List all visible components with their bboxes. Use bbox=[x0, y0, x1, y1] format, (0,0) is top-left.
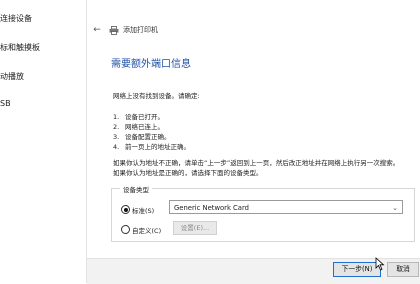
standard-radio-label[interactable]: 标准(S) bbox=[132, 205, 154, 215]
settings-sidebar: 连接设备 标和触摸板 动播放 SB bbox=[0, 0, 86, 283]
printer-icon bbox=[109, 26, 119, 35]
back-arrow-icon[interactable]: ← bbox=[91, 25, 103, 35]
instruction-paragraph: 如果你认为地址是正确的，请选择下面的设备类型。 bbox=[113, 169, 263, 177]
custom-radio[interactable] bbox=[121, 225, 130, 234]
checklist-item: 1. 设备已打开。 bbox=[113, 113, 164, 121]
checklist-item: 3. 设备配置正确。 bbox=[113, 133, 171, 141]
next-button[interactable]: 下一步(N) bbox=[333, 262, 381, 277]
sidebar-item-mouse-touchpad[interactable]: 标和触摸板 bbox=[0, 42, 40, 53]
mouse-cursor-icon bbox=[375, 257, 385, 271]
custom-radio-label[interactable]: 自定义(C) bbox=[132, 225, 161, 235]
dialog-title: 添加打印机 bbox=[123, 26, 158, 34]
standard-device-value: Generic Network Card bbox=[174, 204, 249, 212]
sidebar-item-autoplay[interactable]: 动播放 bbox=[0, 71, 24, 82]
sidebar-item-usb[interactable]: SB bbox=[0, 99, 11, 108]
chevron-down-icon: ⌄ bbox=[392, 204, 398, 212]
instruction-paragraph: 如果你认为地址不正确，请单击“上一步”返回到上一页，然后改正地址并在网络上执行另… bbox=[113, 159, 400, 167]
settings-button[interactable]: 设置(E)... bbox=[173, 221, 217, 235]
sidebar-item-connected-devices[interactable]: 连接设备 bbox=[0, 13, 32, 24]
page-heading: 需要额外端口信息 bbox=[111, 59, 191, 70]
intro-text: 网络上没有找到设备。请确定: bbox=[113, 92, 200, 100]
device-type-group-label: 设备类型 bbox=[120, 184, 152, 194]
checklist-item: 4. 前一页上的地址正确。 bbox=[113, 143, 190, 151]
add-printer-dialog: ← 添加打印机 需要额外端口信息 网络上没有找到设备。请确定: 1. 设备已打开。… bbox=[86, 0, 420, 284]
dialog-titlebar: ← 添加打印机 bbox=[87, 22, 420, 38]
checklist-item: 2. 网络已连上。 bbox=[113, 123, 164, 131]
standard-device-select[interactable]: Generic Network Card ⌄ bbox=[169, 200, 403, 214]
cancel-button[interactable]: 取消 bbox=[387, 262, 419, 277]
standard-radio[interactable] bbox=[121, 205, 130, 214]
